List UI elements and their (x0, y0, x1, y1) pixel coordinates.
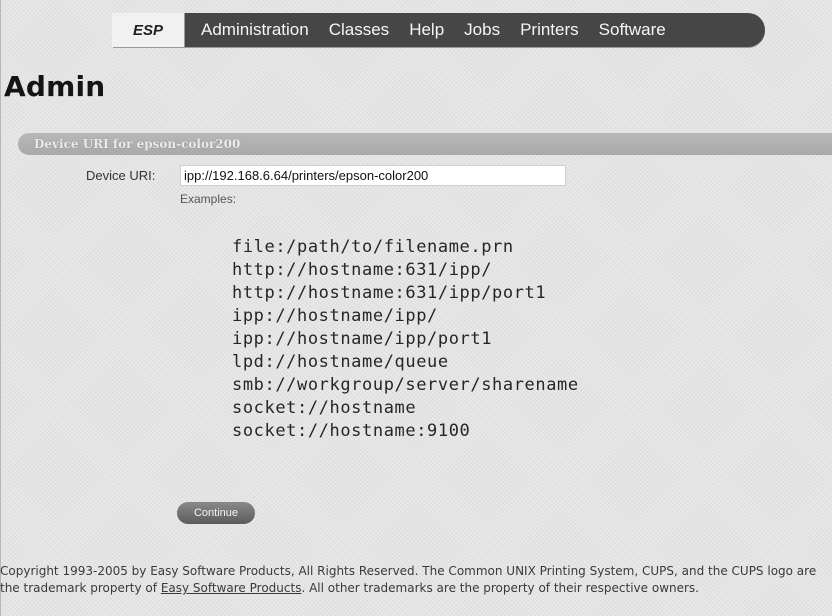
footer-copyright: Copyright 1993-2005 by Easy Software Pro… (0, 563, 820, 597)
nav-jobs[interactable]: Jobs (464, 20, 500, 40)
top-navigation: ESP Administration Classes Help Jobs Pri… (112, 13, 765, 47)
example-uri: smb://workgroup/server/sharename (232, 375, 579, 395)
nav-links: Administration Classes Help Jobs Printer… (185, 13, 666, 47)
nav-printers[interactable]: Printers (520, 20, 579, 40)
page-title: Admin (4, 70, 106, 103)
example-uri: http://hostname:631/ipp/port1 (232, 283, 547, 303)
easy-software-products-link[interactable]: Easy Software Products (161, 581, 302, 595)
nav-software[interactable]: Software (599, 20, 666, 40)
footer-text-end: . All other trademarks are the property … (301, 581, 699, 595)
section-header: Device URI for epson-color200 (18, 133, 832, 155)
nav-administration[interactable]: Administration (201, 20, 309, 40)
example-uri: ipp://hostname/ipp/port1 (232, 329, 493, 349)
examples-list: file:/path/to/filename.prn http://hostna… (232, 236, 579, 443)
nav-help[interactable]: Help (409, 20, 444, 40)
example-uri: lpd://hostname/queue (232, 352, 449, 372)
continue-button[interactable]: Continue (177, 502, 255, 524)
nav-classes[interactable]: Classes (329, 20, 389, 40)
example-uri: socket://hostname (232, 398, 417, 418)
device-uri-label: Device URI: (86, 168, 156, 183)
example-uri: ipp://hostname/ipp/ (232, 306, 438, 326)
esp-logo[interactable]: ESP (112, 13, 185, 47)
device-uri-input[interactable] (180, 165, 566, 186)
example-uri: file:/path/to/filename.prn (232, 237, 514, 257)
example-uri: http://hostname:631/ipp/ (232, 260, 493, 280)
examples-label: Examples: (180, 192, 237, 206)
example-uri: socket://hostname:9100 (232, 421, 471, 441)
